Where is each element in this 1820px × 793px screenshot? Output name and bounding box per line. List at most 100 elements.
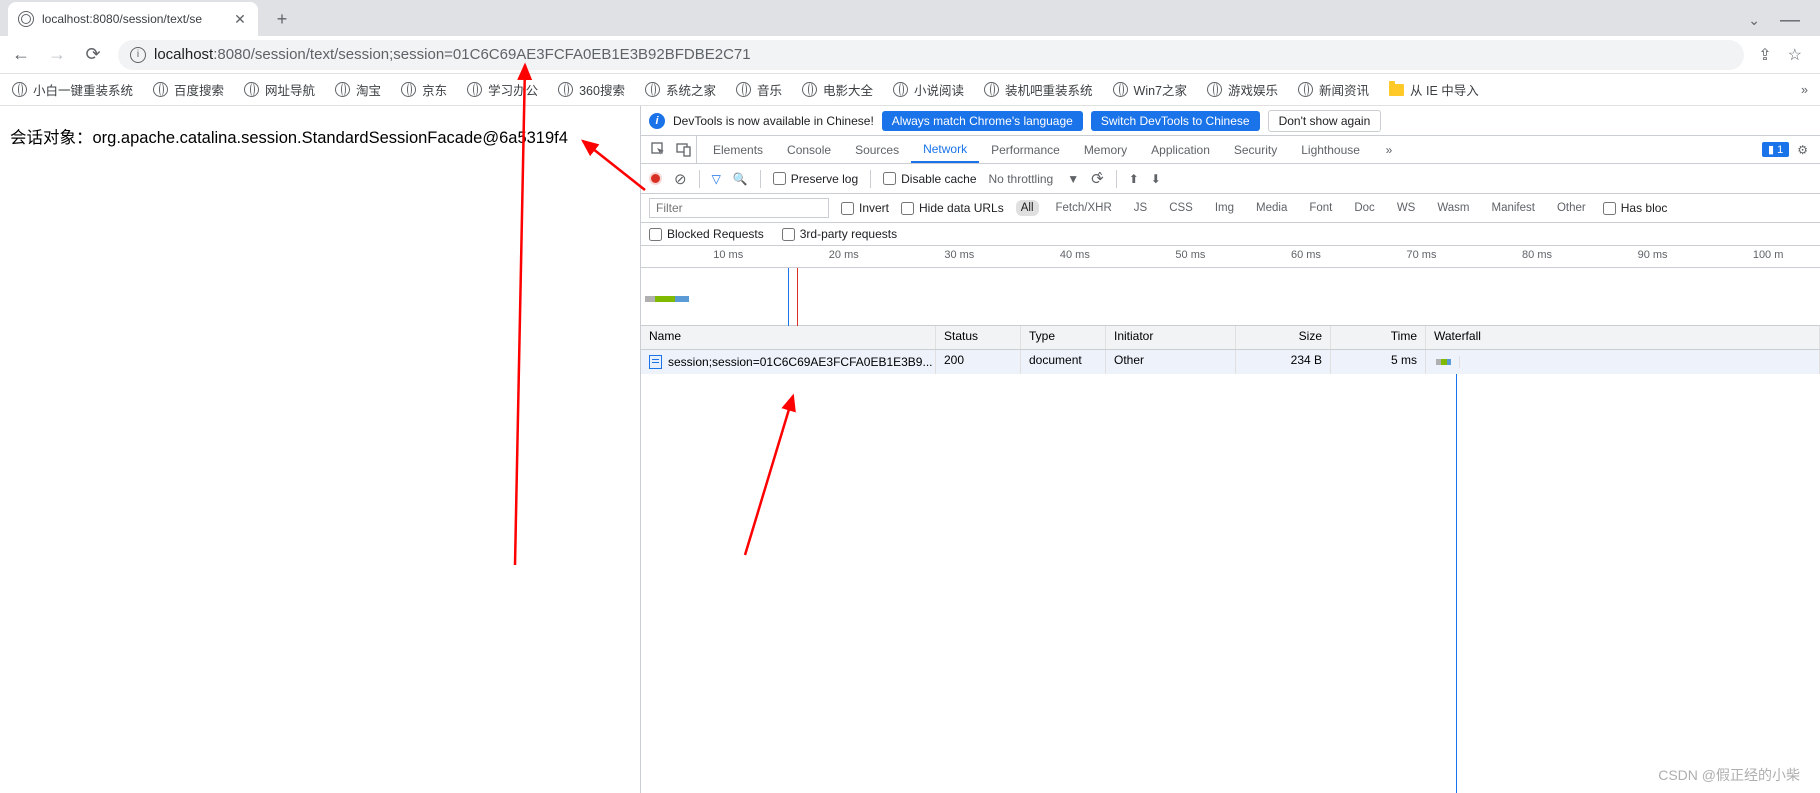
tab-title: localhost:8080/session/text/se xyxy=(42,12,224,26)
inspect-icon[interactable] xyxy=(645,136,671,163)
globe-icon xyxy=(736,82,751,97)
new-tab-button[interactable]: + xyxy=(268,5,296,33)
switch-language-button[interactable]: Switch DevTools to Chinese xyxy=(1091,111,1260,131)
bookmark-item[interactable]: 装机吧重装系统 xyxy=(984,80,1093,99)
type-filter-font[interactable]: Font xyxy=(1304,200,1337,216)
globe-icon xyxy=(467,82,482,97)
type-filter-media[interactable]: Media xyxy=(1251,200,1292,216)
search-icon[interactable]: 🔍 xyxy=(733,172,748,186)
bookmark-item[interactable]: 京东 xyxy=(401,80,447,99)
type-filter-other[interactable]: Other xyxy=(1552,200,1591,216)
url-bar[interactable]: i localhost:8080/session/text/session;se… xyxy=(118,40,1744,70)
bookmark-item[interactable]: Win7之家 xyxy=(1113,80,1187,99)
site-info-icon[interactable]: i xyxy=(130,47,146,63)
issues-badge[interactable]: ▮ 1 xyxy=(1762,142,1789,157)
filter-toggle-icon[interactable]: ▽ xyxy=(712,172,721,186)
tab-network[interactable]: Network xyxy=(911,136,979,163)
bookmark-item[interactable]: 系统之家 xyxy=(645,80,716,99)
reload-button[interactable]: ⟳ xyxy=(82,44,104,66)
bookmark-item[interactable]: 小说阅读 xyxy=(893,80,964,99)
infobar-message: DevTools is now available in Chinese! xyxy=(673,114,874,128)
bookmark-item[interactable]: 淘宝 xyxy=(335,80,381,99)
type-filter-img[interactable]: Img xyxy=(1210,200,1239,216)
tab-elements[interactable]: Elements xyxy=(701,136,775,163)
tab-lighthouse[interactable]: Lighthouse xyxy=(1289,136,1372,163)
col-header-status[interactable]: Status xyxy=(936,326,1021,349)
bookmark-item[interactable]: 网址导航 xyxy=(244,80,315,99)
globe-icon xyxy=(401,82,416,97)
more-tabs-icon[interactable]: » xyxy=(1376,136,1402,163)
devtools-panel: i DevTools is now available in Chinese! … xyxy=(640,106,1820,793)
bookmark-folder[interactable]: 从 IE 中导入 xyxy=(1389,80,1479,99)
network-request-row[interactable]: session;session=01C6C69AE3FCFA0EB1E3B9..… xyxy=(641,350,1820,374)
type-filter-all[interactable]: All xyxy=(1016,200,1039,216)
col-header-initiator[interactable]: Initiator xyxy=(1106,326,1236,349)
type-filter-doc[interactable]: Doc xyxy=(1349,200,1379,216)
hide-data-urls-checkbox[interactable]: Hide data URLs xyxy=(901,201,1004,215)
bookmark-item[interactable]: 游戏娱乐 xyxy=(1207,80,1278,99)
bookmarks-overflow-icon[interactable]: » xyxy=(1801,83,1808,97)
type-filter-ws[interactable]: WS xyxy=(1392,200,1421,216)
bookmark-item[interactable]: 音乐 xyxy=(736,80,782,99)
bookmark-item[interactable]: 学习办公 xyxy=(467,80,538,99)
network-conditions-icon[interactable]: ⟳̂ xyxy=(1091,170,1104,188)
import-har-icon[interactable]: ⬆ xyxy=(1129,172,1139,186)
filter-input[interactable] xyxy=(649,198,829,218)
type-filter-wasm[interactable]: Wasm xyxy=(1432,200,1474,216)
record-button[interactable] xyxy=(649,172,662,185)
chevron-down-icon[interactable]: ⌄ xyxy=(1748,12,1760,29)
tab-security[interactable]: Security xyxy=(1222,136,1289,163)
tab-application[interactable]: Application xyxy=(1139,136,1222,163)
device-toggle-icon[interactable] xyxy=(671,136,697,163)
globe-icon xyxy=(244,82,259,97)
type-filter-fetch[interactable]: Fetch/XHR xyxy=(1051,200,1117,216)
col-header-type[interactable]: Type xyxy=(1021,326,1106,349)
third-party-checkbox[interactable]: 3rd-party requests xyxy=(782,227,897,241)
globe-icon xyxy=(335,82,350,97)
throttling-select[interactable]: No throttling▼ xyxy=(989,172,1080,186)
minimize-icon[interactable]: — xyxy=(1780,9,1800,32)
preserve-log-checkbox[interactable]: Preserve log xyxy=(773,172,858,186)
invert-checkbox[interactable]: Invert xyxy=(841,201,889,215)
browser-tab-bar: localhost:8080/session/text/se ✕ + ⌄ — xyxy=(0,0,1820,36)
col-header-name[interactable]: Name xyxy=(641,326,936,349)
folder-icon xyxy=(1389,84,1404,96)
back-button[interactable]: ← xyxy=(10,44,32,66)
bookmark-star-icon[interactable]: ☆ xyxy=(1788,45,1802,65)
page-content: 会话对象：org.apache.catalina.session.Standar… xyxy=(0,106,640,793)
type-filter-manifest[interactable]: Manifest xyxy=(1487,200,1540,216)
type-filter-css[interactable]: CSS xyxy=(1164,200,1198,216)
clear-icon[interactable]: ⊘ xyxy=(674,170,687,188)
col-header-size[interactable]: Size xyxy=(1236,326,1331,349)
type-filter-js[interactable]: JS xyxy=(1129,200,1152,216)
col-header-waterfall[interactable]: Waterfall xyxy=(1426,326,1820,349)
address-bar-row: ← → ⟳ i localhost:8080/session/text/sess… xyxy=(0,36,1820,74)
export-har-icon[interactable]: ⬇ xyxy=(1151,172,1161,186)
has-blocked-checkbox[interactable]: Has bloc xyxy=(1603,201,1668,215)
network-timeline[interactable]: 10 ms 20 ms 30 ms 40 ms 50 ms 60 ms 70 m… xyxy=(641,246,1820,326)
bookmark-item[interactable]: 新闻资讯 xyxy=(1298,80,1369,99)
share-icon[interactable]: ⇪ xyxy=(1758,45,1771,65)
col-header-time[interactable]: Time xyxy=(1331,326,1426,349)
bookmarks-bar: 小白一键重装系统 百度搜索 网址导航 淘宝 京东 学习办公 360搜索 系统之家… xyxy=(0,74,1820,106)
globe-icon xyxy=(12,82,27,97)
tab-console[interactable]: Console xyxy=(775,136,843,163)
bookmark-item[interactable]: 电影大全 xyxy=(802,80,873,99)
dont-show-button[interactable]: Don't show again xyxy=(1268,110,1382,132)
tab-performance[interactable]: Performance xyxy=(979,136,1072,163)
settings-icon[interactable]: ⚙ xyxy=(1797,143,1808,157)
tab-memory[interactable]: Memory xyxy=(1072,136,1139,163)
blocked-requests-checkbox[interactable]: Blocked Requests xyxy=(649,227,764,241)
match-language-button[interactable]: Always match Chrome's language xyxy=(882,111,1083,131)
window-controls: ⌄ — xyxy=(1748,9,1820,32)
forward-button[interactable]: → xyxy=(46,44,68,66)
disable-cache-checkbox[interactable]: Disable cache xyxy=(883,172,976,186)
close-tab-icon[interactable]: ✕ xyxy=(232,11,248,27)
tab-sources[interactable]: Sources xyxy=(843,136,911,163)
devtools-tabs: Elements Console Sources Network Perform… xyxy=(641,136,1820,164)
browser-tab[interactable]: localhost:8080/session/text/se ✕ xyxy=(8,2,258,36)
globe-icon xyxy=(558,82,573,97)
bookmark-item[interactable]: 360搜索 xyxy=(558,80,625,99)
bookmark-item[interactable]: 百度搜索 xyxy=(153,80,224,99)
bookmark-item[interactable]: 小白一键重装系统 xyxy=(12,80,133,99)
